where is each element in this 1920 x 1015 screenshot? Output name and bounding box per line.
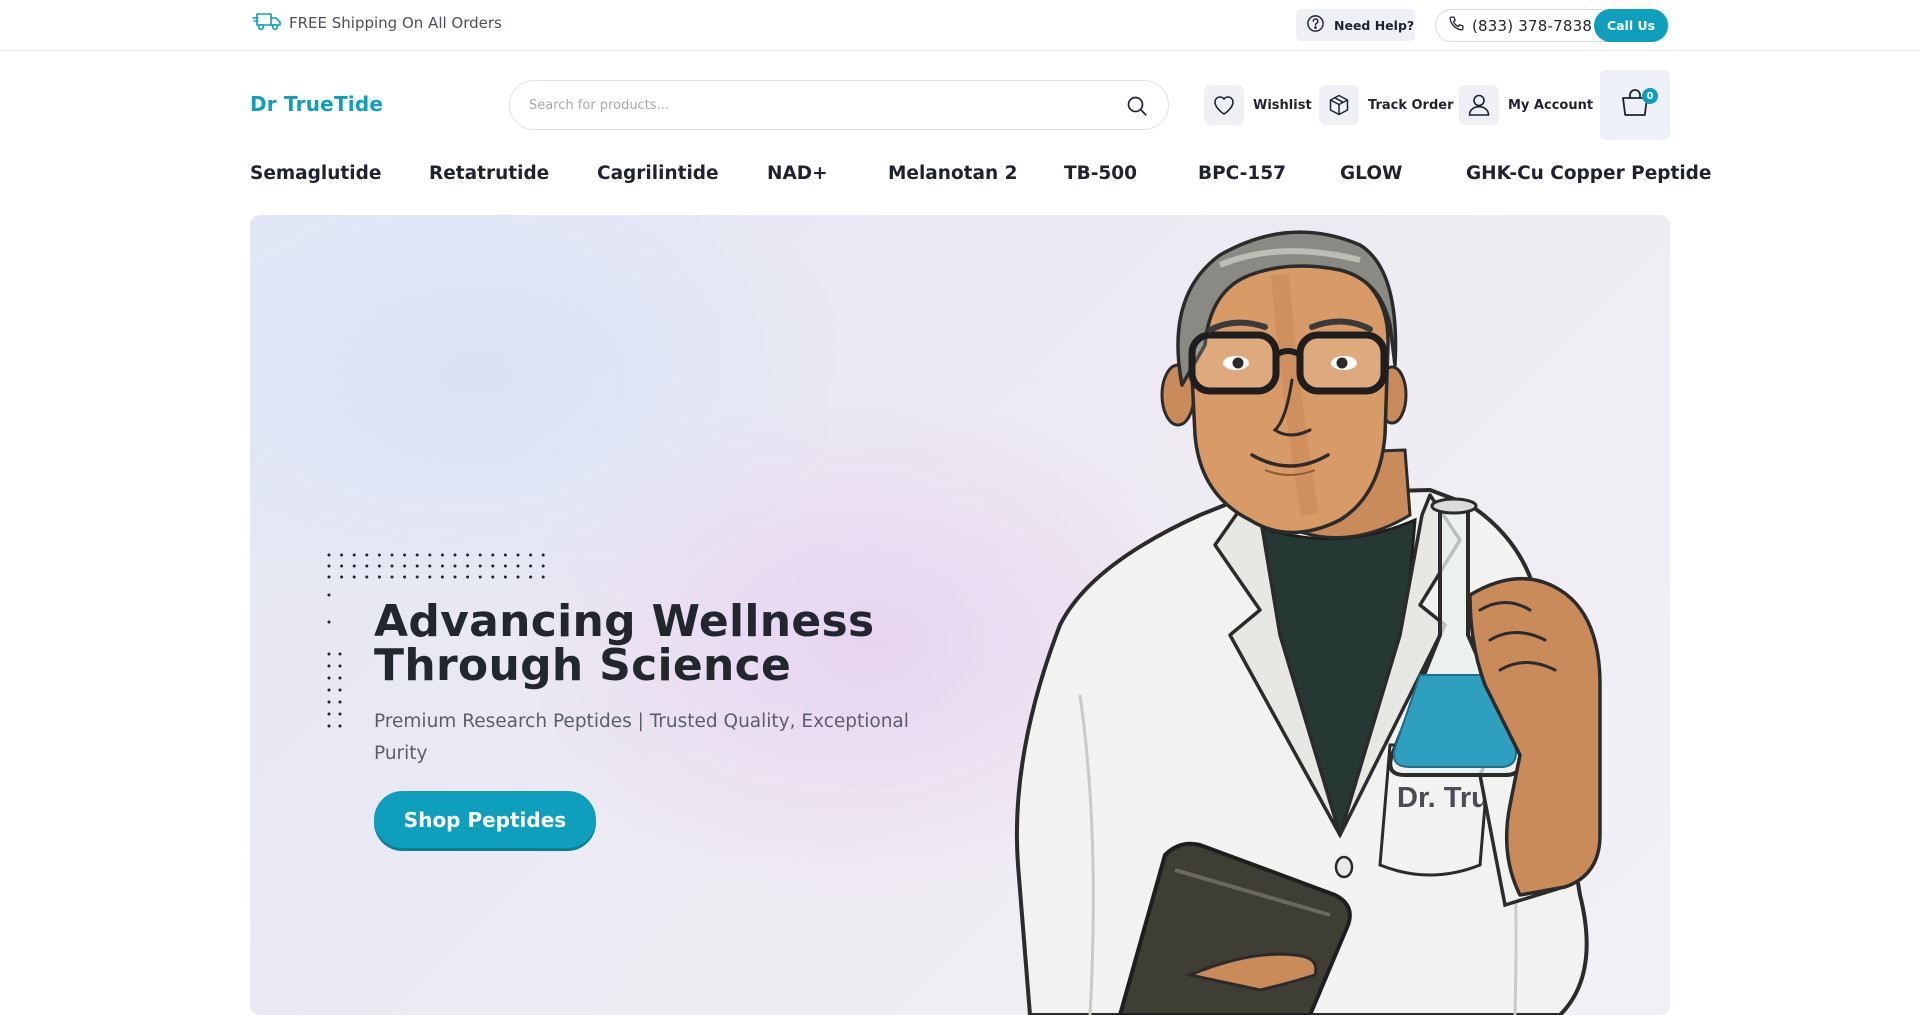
phone-icon <box>1448 15 1465 36</box>
hero-subtitle: Premium Research Peptides | Trusted Qual… <box>374 711 909 764</box>
my-account-label: My Account <box>1508 97 1594 113</box>
hero-banner: Advancing Wellness Through Science Premi… <box>250 215 1670 1015</box>
cart-count-badge: 0 <box>1642 88 1658 104</box>
phone-contact[interactable]: (833) 378-7838 Call Us <box>1435 9 1669 42</box>
nav-item-semaglutide[interactable]: Semaglutide <box>250 163 381 184</box>
phone-number: (833) 378-7838 <box>1472 16 1593 35</box>
search-icon[interactable] <box>1126 95 1148 117</box>
need-help-label: Need Help? <box>1334 17 1415 33</box>
user-icon <box>1459 85 1499 125</box>
search-input[interactable] <box>529 93 1089 117</box>
heart-icon <box>1204 85 1244 125</box>
truck-icon <box>252 10 282 36</box>
cart-button[interactable]: 0 <box>1600 70 1670 140</box>
nav-item-ghk-cu[interactable]: GHK-Cu Copper Peptide <box>1466 163 1711 184</box>
category-nav: Semaglutide Retatrutide Cagrilintide NAD… <box>250 163 1711 189</box>
need-help-button[interactable]: Need Help? <box>1296 9 1415 41</box>
nav-item-tb-500[interactable]: TB-500 <box>1064 163 1137 184</box>
wishlist-link[interactable]: Wishlist <box>1204 85 1312 125</box>
box-icon <box>1319 85 1359 125</box>
track-order-label: Track Order <box>1368 97 1454 113</box>
nav-item-retatrutide[interactable]: Retatrutide <box>429 163 549 184</box>
decorative-dot-column <box>327 593 342 728</box>
call-us-button[interactable]: Call Us <box>1594 9 1668 42</box>
scientist-illustration: Dr. True <box>1014 230 1602 1015</box>
shipping-text: FREE Shipping On All Orders <box>289 14 502 32</box>
hero-title: Advancing Wellness Through Science <box>374 600 934 688</box>
nav-item-glow[interactable]: GLOW <box>1340 163 1402 184</box>
nav-item-nad[interactable]: NAD+ <box>767 163 828 184</box>
search-bar <box>509 80 1169 130</box>
shipping-notice: FREE Shipping On All Orders <box>252 10 502 36</box>
hero-title-line-2: Through Science <box>374 640 792 691</box>
nav-item-bpc-157[interactable]: BPC-157 <box>1198 163 1286 184</box>
my-account-link[interactable]: My Account <box>1459 85 1593 125</box>
hero-title-line-1: Advancing Wellness <box>374 596 875 647</box>
top-bar: FREE Shipping On All Orders Need Help? (… <box>0 0 1920 51</box>
nav-item-cagrilintide[interactable]: Cagrilintide <box>597 163 719 184</box>
wishlist-label: Wishlist <box>1253 97 1312 113</box>
shop-peptides-button[interactable]: Shop Peptides <box>374 791 596 848</box>
track-order-link[interactable]: Track Order <box>1319 85 1454 125</box>
site-logo[interactable]: Dr TrueTide <box>250 92 383 116</box>
question-circle-icon <box>1306 14 1325 37</box>
nav-item-melanotan-2[interactable]: Melanotan 2 <box>888 163 1017 184</box>
decorative-dot-pattern <box>327 553 545 579</box>
